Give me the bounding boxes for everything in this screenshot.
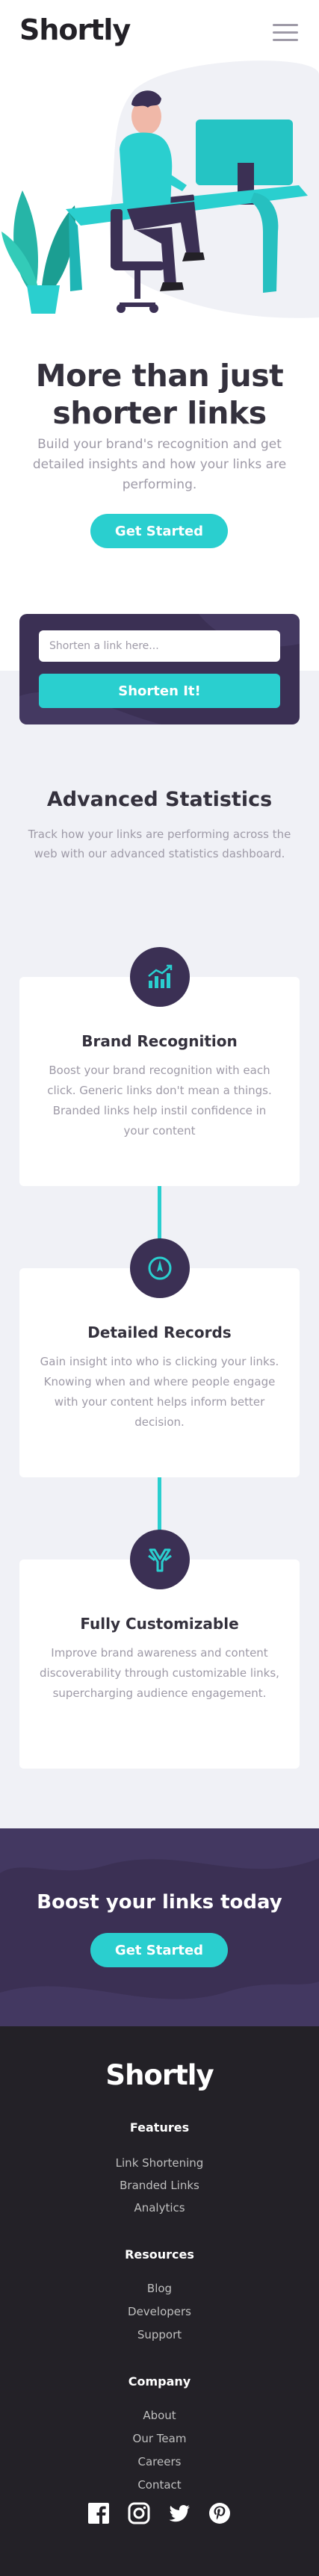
- card-title: Fully Customizable: [80, 1615, 239, 1633]
- card-title: Brand Recognition: [81, 1032, 238, 1050]
- pinterest-icon[interactable]: [208, 2501, 232, 2525]
- logo[interactable]: Shortly: [19, 13, 131, 46]
- shorten-it-button[interactable]: Shorten It!: [39, 674, 280, 708]
- site-header: Shortly: [0, 0, 319, 67]
- detailed-records-icon: [130, 1238, 190, 1298]
- facebook-icon[interactable]: [87, 2501, 111, 2525]
- card-text: Improve brand awareness and content disc…: [40, 1646, 279, 1700]
- feature-card: Detailed Records Gain insight into who i…: [19, 1268, 300, 1477]
- footer-link[interactable]: Link Shortening: [0, 2156, 319, 2170]
- footer-heading-company: Company: [128, 2374, 191, 2389]
- feature-card: Fully Customizable Improve brand awarene…: [19, 1559, 300, 1769]
- person-working-illustration: [1, 60, 319, 318]
- twitter-icon[interactable]: [167, 2501, 191, 2525]
- footer-link[interactable]: Blog: [0, 2282, 319, 2295]
- footer-logo[interactable]: Shortly: [0, 2059, 319, 2091]
- hero-subtitle: Build your brand's recognition and get d…: [32, 437, 287, 492]
- card-connector: [158, 1476, 161, 1536]
- hero-title: More than just shorter links: [35, 358, 284, 431]
- feature-card: Brand Recognition Boost your brand recog…: [19, 977, 300, 1186]
- get-started-button[interactable]: Get Started: [90, 514, 228, 548]
- get-started-button[interactable]: Get Started: [90, 1933, 228, 1967]
- landing-page: Shortly More than just shorter links Bui…: [0, 0, 319, 2576]
- instagram-icon[interactable]: [127, 2501, 151, 2525]
- fully-customizable-icon: [130, 1530, 190, 1589]
- background-pattern: [0, 1828, 319, 2026]
- boost-section: Boost your links today Get Started: [0, 1828, 319, 2026]
- footer-link[interactable]: Careers: [0, 2455, 319, 2468]
- footer-link[interactable]: Support: [0, 2328, 319, 2341]
- boost-title: Boost your links today: [37, 1891, 282, 1914]
- card-title: Detailed Records: [87, 1323, 232, 1341]
- footer-link[interactable]: Contact: [0, 2478, 319, 2492]
- shorten-link-input[interactable]: [39, 630, 280, 662]
- footer-link[interactable]: Analytics: [0, 2201, 319, 2215]
- footer-link[interactable]: Branded Links: [0, 2179, 319, 2192]
- footer-link[interactable]: Developers: [0, 2305, 319, 2318]
- card-connector: [158, 1185, 161, 1244]
- footer-link[interactable]: About: [0, 2409, 319, 2422]
- footer-link[interactable]: Our Team: [0, 2432, 319, 2445]
- hamburger-menu-icon[interactable]: [273, 24, 298, 42]
- site-footer: Shortly Features Link Shortening Branded…: [0, 2026, 319, 2576]
- footer-heading-resources: Resources: [125, 2247, 194, 2262]
- brand-recognition-icon: [130, 947, 190, 1007]
- statistics-subtitle: Track how your links are performing acro…: [28, 828, 291, 860]
- card-text: Boost your brand recognition with each c…: [47, 1064, 272, 1138]
- footer-heading-features: Features: [129, 2120, 190, 2135]
- card-text: Gain insight into who is clicking your l…: [40, 1355, 279, 1429]
- shorten-form: Shorten It!: [19, 614, 300, 724]
- statistics-title: Advanced Statistics: [46, 788, 273, 811]
